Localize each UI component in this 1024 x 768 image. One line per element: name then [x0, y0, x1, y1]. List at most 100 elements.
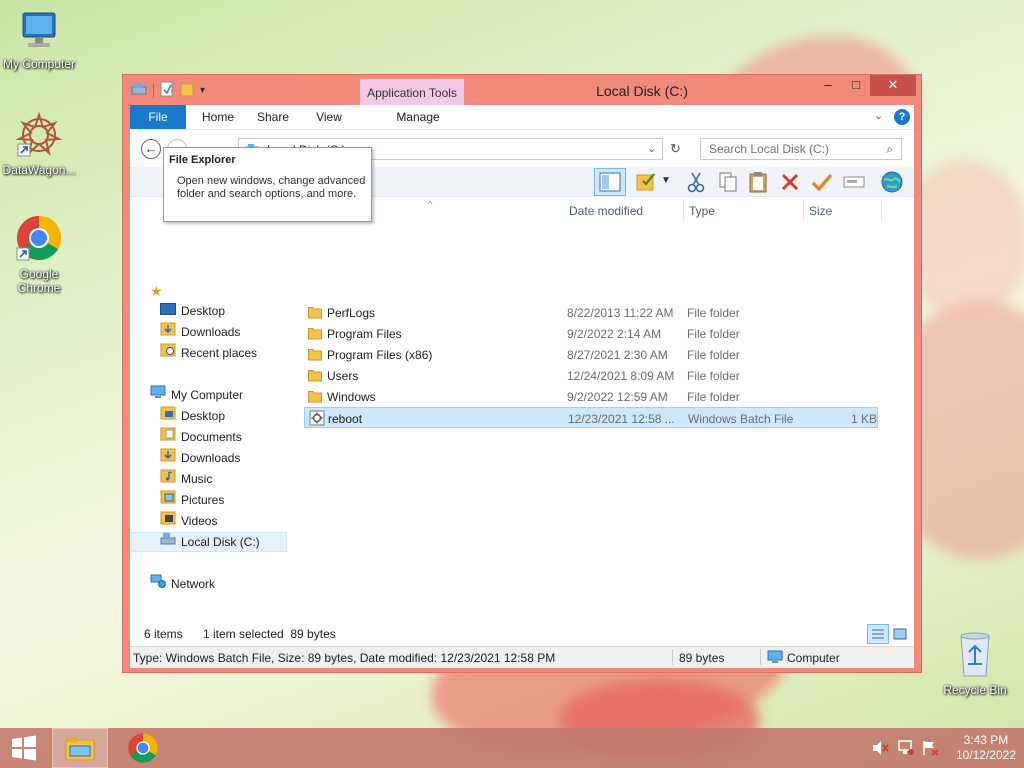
file-size: 1 KB — [851, 412, 878, 426]
address-dropdown-icon[interactable]: ⌄ — [647, 142, 656, 155]
tooltip-body: Open new windows, change advanced folder… — [177, 175, 366, 200]
search-input[interactable] — [701, 139, 871, 159]
rename-check-icon[interactable] — [810, 170, 834, 194]
nav-item-pictures[interactable]: Pictures — [160, 490, 224, 510]
batch-file-icon — [309, 410, 325, 429]
nav-label: Videos — [181, 514, 218, 528]
large-icons-view-button[interactable] — [891, 625, 909, 643]
nav-label: My Computer — [171, 388, 244, 402]
desktop-icon-google-chrome[interactable]: Google Chrome — [0, 214, 78, 295]
folder-icon — [308, 389, 322, 406]
file-name: Program Files (x86) — [327, 348, 433, 362]
desktop-icon-my-computer[interactable]: My Computer — [0, 10, 78, 71]
preview-pane-icon[interactable] — [594, 168, 626, 196]
folder-options-dropdown-icon[interactable]: ▼ — [661, 175, 671, 186]
file-row[interactable]: PerfLogs 8/22/2013 11:22 AM File folder — [304, 302, 878, 323]
system-clock[interactable]: 3:43 PM 10/12/2022 — [956, 733, 1016, 763]
tab-share[interactable]: Share — [248, 105, 298, 129]
tab-view[interactable]: View — [304, 105, 354, 129]
desktop-icon-label: DataWagon... — [2, 163, 76, 177]
explorer-window[interactable]: ▾ Application Tools Local Disk (C:) – □ … — [122, 74, 922, 673]
file-type: Windows Batch File — [688, 412, 794, 426]
nav-item-desktop-fav[interactable]: Desktop — [160, 301, 225, 321]
taskbar-chrome[interactable] — [115, 728, 171, 768]
copy-icon[interactable] — [716, 170, 740, 194]
search-box[interactable]: ⌕ — [700, 138, 902, 160]
file-type: File folder — [687, 390, 740, 404]
nav-favorites-star[interactable]: ★ — [150, 281, 163, 301]
folder-check-icon[interactable] — [634, 170, 658, 194]
tab-home[interactable]: Home — [192, 105, 244, 129]
network-status-icon[interactable] — [897, 740, 915, 759]
nav-label: Desktop — [181, 304, 226, 318]
file-name: Windows — [327, 390, 376, 404]
status-selection: 1 item selected 89 bytes — [203, 627, 336, 641]
tooltip-title: File Explorer — [169, 154, 236, 166]
tab-file[interactable]: File — [130, 105, 186, 129]
help-icon[interactable]: ? — [894, 109, 910, 125]
nav-item-downloads[interactable]: Downloads — [160, 448, 240, 468]
delete-icon[interactable] — [778, 170, 802, 194]
file-name: Users — [327, 369, 359, 383]
file-row-selected[interactable]: reboot 12/23/2021 12:58 ... Windows Batc… — [304, 407, 878, 428]
taskbar-file-explorer[interactable] — [52, 728, 108, 768]
file-type: File folder — [687, 327, 740, 341]
desktop-icon-datawagon[interactable]: DataWagon... — [0, 111, 78, 177]
folder-icon — [308, 326, 322, 343]
file-date: 12/24/2021 8:09 AM — [567, 369, 675, 383]
column-header-size[interactable]: Size — [809, 201, 832, 221]
taskbar: 3:43 PM 10/12/2022 — [0, 728, 1024, 768]
nav-item-documents[interactable]: Documents — [160, 427, 242, 447]
desktop-icon-label: My Computer — [2, 57, 76, 71]
cut-icon[interactable] — [684, 170, 708, 194]
start-button[interactable] — [0, 728, 48, 768]
nav-item-music[interactable]: Music — [160, 469, 212, 489]
file-row[interactable]: Users 12/24/2021 8:09 AM File folder — [304, 365, 878, 386]
title-bar[interactable]: ▾ Application Tools Local Disk (C:) – □ … — [123, 75, 921, 105]
paste-icon[interactable] — [746, 170, 770, 194]
search-icon[interactable]: ⌕ — [886, 142, 893, 157]
nav-item-videos[interactable]: Videos — [160, 511, 217, 531]
clock-time: 3:43 PM — [963, 733, 1009, 747]
details-size: 89 bytes — [679, 651, 725, 665]
expand-ribbon-icon[interactable]: ⌄ — [874, 109, 883, 122]
file-row[interactable]: Program Files (x86) 8/27/2021 2:30 AM Fi… — [304, 344, 878, 365]
maximize-button[interactable]: □ — [842, 75, 870, 96]
nav-item-downloads-fav[interactable]: Downloads — [160, 322, 240, 342]
close-button[interactable]: ✕ — [870, 75, 916, 96]
globe-icon[interactable] — [880, 170, 904, 194]
file-date: 12/23/2021 12:58 ... — [568, 412, 675, 426]
minimize-button[interactable]: – — [814, 75, 842, 96]
network-icon — [150, 574, 166, 594]
nav-item-network[interactable]: Network — [150, 574, 215, 594]
file-name: Program Files — [327, 327, 402, 341]
nav-item-my-computer[interactable]: My Computer — [150, 385, 243, 405]
refresh-button[interactable]: ↻ — [670, 141, 681, 157]
file-row[interactable]: Windows 9/2/2022 12:59 AM File folder — [304, 386, 878, 407]
file-date: 9/2/2022 12:59 AM — [567, 390, 668, 404]
column-header-date-modified[interactable]: Date modified — [569, 201, 643, 221]
nav-item-local-disk[interactable]: Local Disk (C:) — [131, 532, 287, 552]
back-button[interactable]: ← — [141, 139, 161, 159]
desktop-icon-recycle-bin[interactable]: Recycle Bin — [936, 630, 1014, 697]
details-view-button[interactable] — [867, 624, 889, 644]
file-row[interactable]: Program Files 9/2/2022 2:14 AM File fold… — [304, 323, 878, 344]
nav-label: Documents — [181, 430, 242, 444]
tab-manage[interactable]: Manage — [373, 105, 463, 129]
file-explorer-icon — [65, 737, 95, 761]
file-name: PerfLogs — [327, 306, 376, 320]
sort-arrow-icon: ^ — [428, 199, 433, 209]
desktop-icon-label: Recycle Bin — [943, 683, 1007, 697]
nav-label: Local Disk (C:) — [181, 535, 260, 549]
rename-field-icon[interactable] — [842, 170, 866, 194]
column-header-type[interactable]: Type — [689, 201, 715, 221]
recent-places-icon — [160, 343, 176, 363]
windows-logo-icon — [12, 735, 36, 761]
nav-item-recent-places[interactable]: Recent places — [160, 343, 257, 363]
desktop-folder-icon — [160, 301, 176, 321]
nav-item-desktop[interactable]: Desktop — [160, 406, 225, 426]
volume-muted-icon[interactable] — [872, 740, 890, 759]
file-date: 8/27/2021 2:30 AM — [567, 348, 668, 362]
chrome-icon — [128, 733, 158, 763]
action-center-icon[interactable] — [922, 740, 940, 759]
